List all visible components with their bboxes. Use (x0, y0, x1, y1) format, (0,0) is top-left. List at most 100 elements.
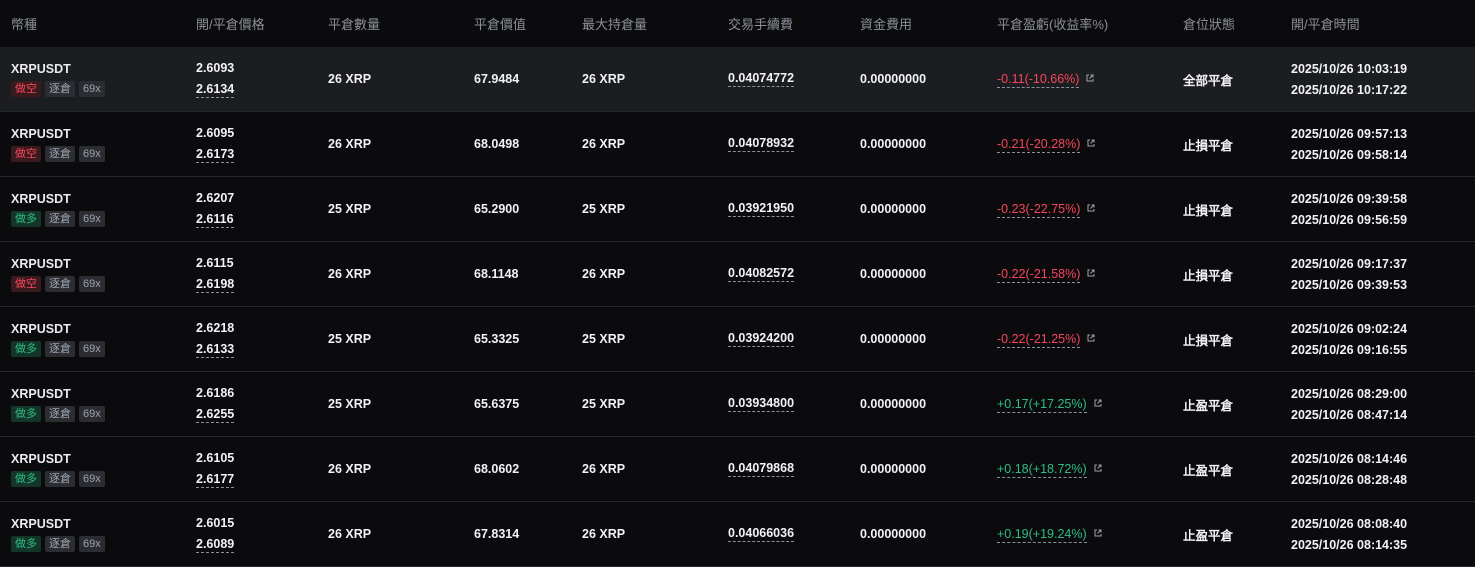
close-time: 2025/10/26 09:56:59 (1291, 212, 1408, 227)
header-time[interactable]: 開/平倉時間 (1280, 14, 1460, 33)
close-price[interactable]: 2.6255 (196, 407, 235, 423)
pnl-cell: -0.21(-20.28%) (986, 135, 1172, 153)
close-price[interactable]: 2.6134 (196, 82, 235, 98)
close-price[interactable]: 2.6173 (196, 147, 235, 163)
leverage-badge: 69x (79, 210, 105, 227)
symbol-name[interactable]: XRPUSDT (11, 452, 185, 466)
position-tags: 做空 逐倉 69x (11, 80, 185, 97)
pnl-value[interactable]: +0.17(+17.25%) (997, 397, 1087, 413)
max-hold: 26 XRP (582, 527, 626, 541)
status-value: 全部平倉 (1183, 73, 1234, 88)
max-hold: 26 XRP (582, 72, 626, 86)
header-fee[interactable]: 交易手續費 (717, 14, 849, 33)
share-external-icon[interactable] (1094, 464, 1102, 472)
share-external-icon[interactable] (1087, 334, 1095, 342)
open-price: 2.6186 (196, 385, 235, 400)
funding-value: 0.00000000 (860, 202, 927, 216)
header-max-hold[interactable]: 最大持倉量 (571, 14, 717, 33)
share-external-icon[interactable] (1087, 204, 1095, 212)
pnl-value[interactable]: +0.19(+19.24%) (997, 527, 1087, 543)
fee-value[interactable]: 0.03934800 (728, 396, 795, 412)
symbol-name[interactable]: XRPUSDT (11, 322, 185, 336)
header-symbol[interactable]: 幣種 (0, 14, 185, 33)
leverage-badge: 69x (79, 470, 105, 487)
side-badge: 做多 (11, 210, 41, 227)
share-external-icon[interactable] (1094, 399, 1102, 407)
share-external-icon[interactable] (1087, 139, 1095, 147)
table-row[interactable]: XRPUSDT 做多 逐倉 69x 2.6218 2.6133 25 XRP 6… (0, 307, 1475, 372)
leverage-badge: 69x (79, 340, 105, 357)
close-price[interactable]: 2.6116 (196, 212, 234, 228)
symbol-name[interactable]: XRPUSDT (11, 192, 185, 206)
share-external-icon[interactable] (1087, 269, 1095, 277)
fee-value[interactable]: 0.04078932 (728, 136, 795, 152)
fee-value[interactable]: 0.03921950 (728, 201, 795, 217)
table-row[interactable]: XRPUSDT 做空 逐倉 69x 2.6093 2.6134 26 XRP 6… (0, 47, 1475, 112)
open-price: 2.6015 (196, 515, 235, 530)
margin-mode-badge: 逐倉 (45, 340, 75, 357)
open-price: 2.6115 (196, 255, 234, 270)
funding-value: 0.00000000 (860, 527, 927, 541)
table-row[interactable]: XRPUSDT 做空 逐倉 69x 2.6095 2.6173 26 XRP 6… (0, 112, 1475, 177)
share-external-icon[interactable] (1094, 529, 1102, 537)
share-external-icon[interactable] (1086, 74, 1094, 82)
fee-value[interactable]: 0.04066036 (728, 526, 795, 542)
time-cell: 2025/10/26 08:08:40 2025/10/26 08:14:35 (1280, 517, 1460, 552)
pnl-value[interactable]: -0.22(-21.58%) (997, 267, 1081, 283)
table-row[interactable]: XRPUSDT 做多 逐倉 69x 2.6015 2.6089 26 XRP 6… (0, 502, 1475, 567)
close-qty: 25 XRP (328, 397, 372, 411)
close-price[interactable]: 2.6089 (196, 537, 235, 553)
time-cell: 2025/10/26 08:14:46 2025/10/26 08:28:48 (1280, 452, 1460, 487)
close-time: 2025/10/26 08:28:48 (1291, 472, 1408, 487)
header-close-qty[interactable]: 平倉數量 (317, 14, 463, 33)
header-pnl[interactable]: 平倉盈虧(收益率%) (986, 14, 1172, 33)
table-row[interactable]: XRPUSDT 做多 逐倉 69x 2.6186 2.6255 25 XRP 6… (0, 372, 1475, 437)
open-price: 2.6095 (196, 125, 235, 140)
status-value: 止損平倉 (1183, 333, 1234, 348)
pnl-value[interactable]: +0.18(+18.72%) (997, 462, 1087, 478)
symbol-name[interactable]: XRPUSDT (11, 127, 185, 141)
close-qty: 26 XRP (328, 72, 372, 86)
close-price[interactable]: 2.6198 (196, 277, 235, 293)
pnl-value[interactable]: -0.21(-20.28%) (997, 137, 1081, 153)
fee-value[interactable]: 0.04079868 (728, 461, 795, 477)
symbol-name[interactable]: XRPUSDT (11, 257, 185, 271)
header-funding[interactable]: 資金費用 (849, 14, 986, 33)
table-row[interactable]: XRPUSDT 做多 逐倉 69x 2.6207 2.6116 25 XRP 6… (0, 177, 1475, 242)
symbol-cell: XRPUSDT 做多 逐倉 69x (0, 452, 185, 487)
side-badge: 做多 (11, 405, 41, 422)
close-value: 68.1148 (474, 267, 519, 281)
table-row[interactable]: XRPUSDT 做空 逐倉 69x 2.6115 2.6198 26 XRP 6… (0, 242, 1475, 307)
close-value: 68.0498 (474, 137, 520, 151)
close-time: 2025/10/26 09:16:55 (1291, 342, 1408, 357)
price-cell: 2.6218 2.6133 (185, 321, 317, 358)
funding-value: 0.00000000 (860, 267, 927, 281)
pnl-value[interactable]: -0.11(-10.66%) (997, 72, 1080, 88)
fee-value[interactable]: 0.03924200 (728, 331, 795, 347)
position-tags: 做多 逐倉 69x (11, 405, 185, 422)
status-value: 止損平倉 (1183, 268, 1234, 283)
time-cell: 2025/10/26 09:57:13 2025/10/26 09:58:14 (1280, 127, 1460, 162)
pnl-value[interactable]: -0.23(-22.75%) (997, 202, 1081, 218)
table-row[interactable]: XRPUSDT 做多 逐倉 69x 2.6105 2.6177 26 XRP 6… (0, 437, 1475, 502)
close-qty: 25 XRP (328, 332, 372, 346)
pnl-cell: +0.17(+17.25%) (986, 395, 1172, 413)
symbol-cell: XRPUSDT 做多 逐倉 69x (0, 322, 185, 357)
price-cell: 2.6105 2.6177 (185, 451, 317, 488)
fee-value[interactable]: 0.04074772 (728, 71, 795, 87)
header-price[interactable]: 開/平倉價格 (185, 14, 317, 33)
header-status[interactable]: 倉位狀態 (1172, 14, 1280, 33)
symbol-name[interactable]: XRPUSDT (11, 517, 185, 531)
pnl-value[interactable]: -0.22(-21.25%) (997, 332, 1081, 348)
fee-value[interactable]: 0.04082572 (728, 266, 795, 282)
pnl-cell: +0.19(+19.24%) (986, 525, 1172, 543)
header-close-value[interactable]: 平倉價值 (463, 14, 571, 33)
symbol-name[interactable]: XRPUSDT (11, 387, 185, 401)
open-time: 2025/10/26 09:02:24 (1291, 321, 1408, 336)
close-price[interactable]: 2.6133 (196, 342, 235, 358)
symbol-name[interactable]: XRPUSDT (11, 62, 185, 76)
open-price: 2.6105 (196, 450, 235, 465)
margin-mode-badge: 逐倉 (45, 145, 75, 162)
margin-mode-badge: 逐倉 (45, 210, 75, 227)
close-price[interactable]: 2.6177 (196, 472, 235, 488)
